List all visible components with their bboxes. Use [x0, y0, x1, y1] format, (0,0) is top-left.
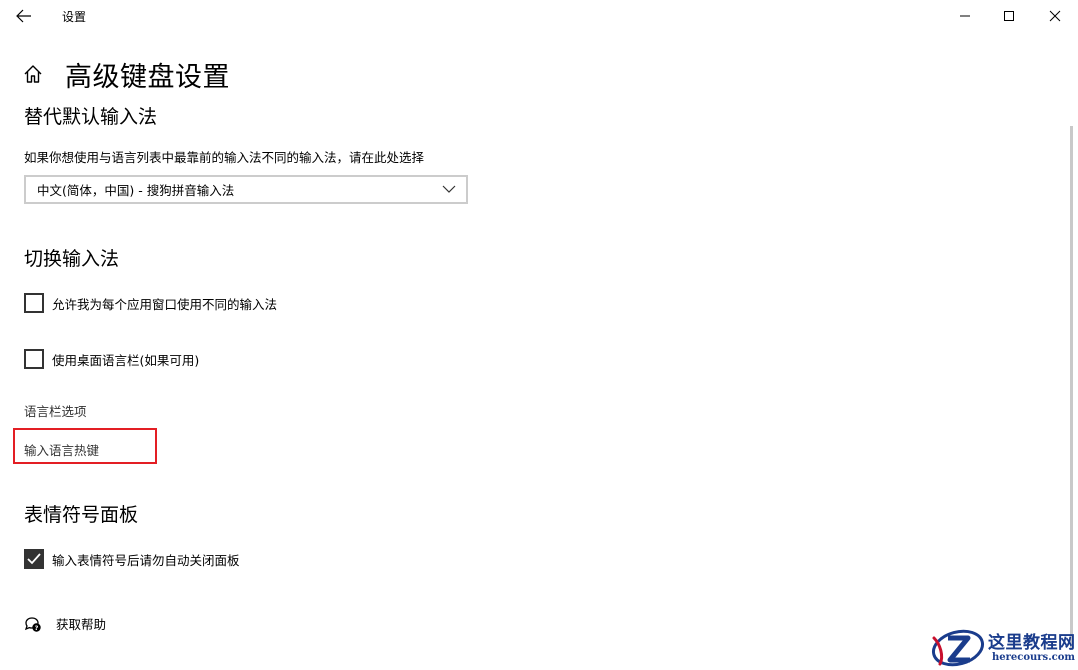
page-header: 高级键盘设置	[22, 56, 230, 93]
watermark-logo: 这里教程网 herecours.com	[928, 626, 1076, 670]
scrollbar[interactable]	[1070, 126, 1073, 650]
override-input-heading: 替代默认输入法	[24, 106, 158, 128]
per-app-input-checkbox[interactable]	[24, 293, 44, 313]
close-icon	[1049, 10, 1061, 22]
per-app-input-option[interactable]: 允许我为每个应用窗口使用不同的输入法	[24, 293, 277, 313]
minimize-icon	[960, 15, 970, 17]
language-bar-options-link[interactable]: 语言栏选项	[24, 401, 87, 420]
page-title: 高级键盘设置	[65, 61, 230, 93]
override-input-description: 如果你想使用与语言列表中最靠前的输入法不同的输入法，请在此处选择	[24, 150, 425, 165]
per-app-input-label: 允许我为每个应用窗口使用不同的输入法	[52, 296, 278, 312]
get-help-label: 获取帮助	[56, 617, 107, 632]
maximize-icon	[1004, 11, 1014, 21]
chevron-down-icon	[442, 185, 456, 193]
desktop-language-bar-label: 使用桌面语言栏(如果可用)	[52, 352, 200, 368]
home-icon	[24, 65, 42, 83]
close-button[interactable]	[1032, 0, 1078, 32]
svg-text:?: ?	[35, 624, 39, 632]
minimize-button[interactable]	[942, 0, 988, 32]
home-button[interactable]	[22, 63, 44, 85]
emoji-panel-option[interactable]: 输入表情符号后请勿自动关闭面板	[24, 549, 240, 569]
watermark-z-logo-icon	[931, 629, 985, 667]
emoji-panel-checkbox[interactable]	[24, 549, 44, 569]
window-title: 设置	[62, 10, 87, 24]
back-button[interactable]	[10, 4, 38, 28]
help-chat-icon: ?	[24, 616, 41, 632]
dropdown-value: 中文(简体，中国) - 搜狗拼音输入法	[37, 183, 235, 198]
get-help-link[interactable]: ? 获取帮助	[24, 614, 106, 633]
arrow-left-icon	[16, 9, 31, 23]
title-bar: 设置	[0, 0, 1078, 32]
checkmark-icon	[27, 553, 41, 565]
maximize-button[interactable]	[986, 0, 1032, 32]
emoji-panel-heading: 表情符号面板	[24, 504, 139, 526]
switch-input-heading: 切换输入法	[24, 248, 120, 270]
input-language-hotkeys-link[interactable]: 输入语言热键	[24, 440, 99, 459]
watermark-title: 这里教程网	[988, 633, 1076, 653]
input-method-dropdown[interactable]: 中文(简体，中国) - 搜狗拼音输入法	[24, 175, 468, 204]
emoji-panel-label: 输入表情符号后请勿自动关闭面板	[52, 552, 240, 568]
desktop-language-bar-option[interactable]: 使用桌面语言栏(如果可用)	[24, 349, 199, 369]
watermark-subtitle: herecours.com	[992, 652, 1076, 663]
desktop-language-bar-checkbox[interactable]	[24, 349, 44, 369]
